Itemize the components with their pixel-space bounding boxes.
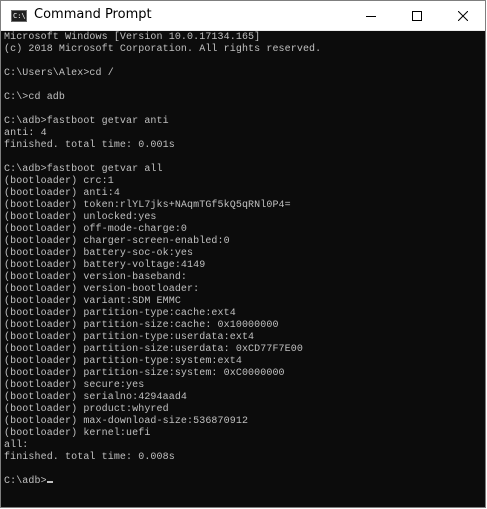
maximize-button[interactable] — [394, 1, 440, 31]
terminal-line: Microsoft Windows [Version 10.0.17134.16… — [4, 32, 261, 43]
window-title: Command Prompt — [34, 7, 152, 22]
terminal-line: C:\adb> — [4, 476, 485, 488]
terminal-line: (bootloader) partition-type:system:ext4 — [4, 356, 242, 367]
terminal-line: C:\>cd adb — [4, 92, 66, 103]
terminal-line: (bootloader) product:whyred — [4, 404, 169, 415]
command-prompt-icon[interactable]: C:\ — [11, 10, 27, 22]
text-cursor — [46, 481, 53, 483]
terminal-line: (bootloader) kernel:uefi — [4, 428, 151, 439]
minimize-button[interactable] — [348, 1, 394, 31]
terminal-line: C:\adb>fastboot getvar anti — [4, 116, 169, 127]
terminal-line: (bootloader) partition-type:userdata:ext… — [4, 332, 255, 343]
terminal-line: C:\Users\Alex>cd / — [4, 68, 114, 79]
terminal-line: anti: 4 — [4, 128, 47, 139]
terminal-line: C:\adb>fastboot getvar all — [4, 164, 163, 175]
terminal-line: (bootloader) partition-size:userdata: 0x… — [4, 344, 303, 355]
terminal-line: (bootloader) charger-screen-enabled:0 — [4, 236, 230, 247]
close-button[interactable] — [440, 1, 485, 31]
terminal-line: (c) 2018 Microsoft Corporation. All righ… — [4, 44, 322, 55]
terminal-line: finished. total time: 0.008s — [4, 452, 175, 463]
terminal-line: (bootloader) off-mode-charge:0 — [4, 224, 188, 235]
terminal-line: (bootloader) crc:1 — [4, 176, 114, 187]
maximize-icon — [412, 11, 422, 21]
terminal-line: (bootloader) version-bootloader: — [4, 284, 200, 295]
terminal-line: all: — [4, 440, 29, 451]
title-bar[interactable]: C:\ Command Prompt — [1, 1, 485, 31]
terminal-line: (bootloader) secure:yes — [4, 380, 145, 391]
command-prompt-window: C:\ Command Prompt Microsoft Windows [Ve… — [0, 0, 486, 508]
terminal-line: (bootloader) partition-size:system: 0xC0… — [4, 368, 285, 379]
terminal-line: (bootloader) token:rlYL7jks+NAqmTGf5kQ5q… — [4, 200, 291, 211]
terminal-line: (bootloader) battery-voltage:4149 — [4, 260, 206, 271]
terminal-line: (bootloader) partition-size:cache: 0x100… — [4, 320, 279, 331]
terminal-line: finished. total time: 0.001s — [4, 140, 175, 151]
terminal-line: (bootloader) max-download-size:536870912 — [4, 416, 249, 427]
terminal-output[interactable]: Microsoft Windows [Version 10.0.17134.16… — [1, 31, 485, 507]
minimize-icon — [366, 16, 376, 17]
terminal-line: (bootloader) anti:4 — [4, 188, 120, 199]
terminal-line: (bootloader) partition-type:cache:ext4 — [4, 308, 236, 319]
terminal-line: (bootloader) version-baseband: — [4, 272, 188, 283]
terminal-line: (bootloader) serialno:4294aad4 — [4, 392, 188, 403]
terminal-line: (bootloader) variant:SDM EMMC — [4, 296, 181, 307]
terminal-line: (bootloader) battery-soc-ok:yes — [4, 248, 194, 259]
close-icon — [458, 11, 468, 21]
terminal-line: (bootloader) unlocked:yes — [4, 212, 157, 223]
